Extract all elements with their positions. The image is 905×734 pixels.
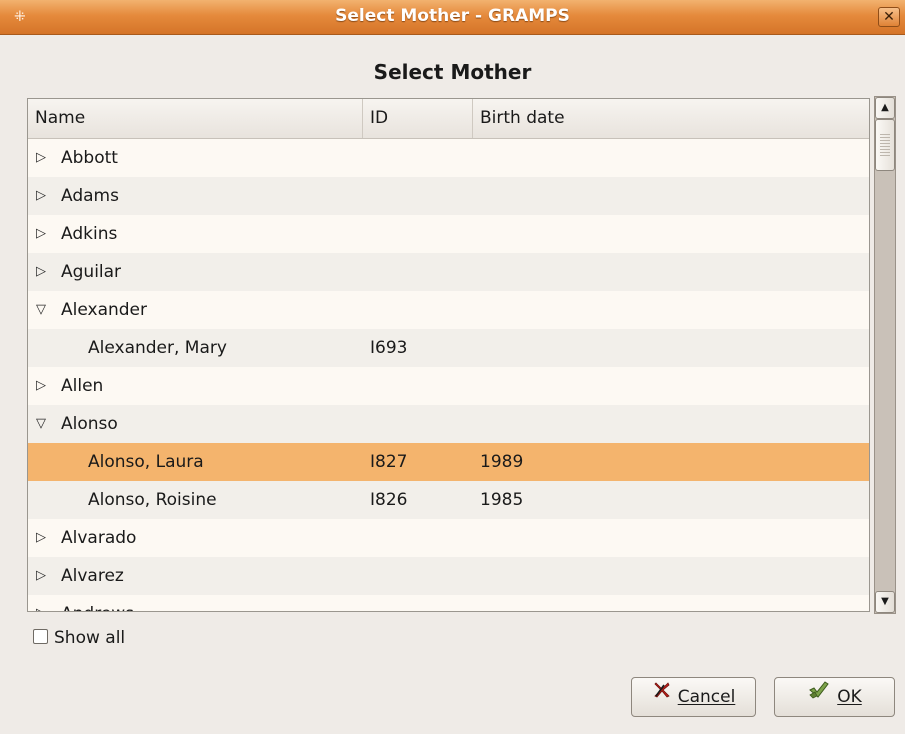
cell-name: Allen [61,376,104,396]
expander-open-icon[interactable]: ▽ [36,291,50,329]
cell-name: Alexander [61,300,148,320]
column-header-row: Name ID Birth date [28,99,869,139]
cell-id: I827 [370,452,408,472]
table-row[interactable]: ▷ Allen [28,367,869,405]
cell-name: Abbott [61,148,118,168]
expander-open-icon[interactable]: ▽ [36,405,50,443]
cell-id: I826 [370,490,408,510]
table-row[interactable]: ▽ Alonso [28,405,869,443]
scroll-up-button[interactable]: ▲ [875,97,895,119]
column-header-birth-date[interactable]: Birth date [473,99,869,138]
show-all-checkbox[interactable] [33,628,48,644]
cell-name: Aguilar [61,262,122,282]
expander-closed-icon[interactable]: ▷ [36,253,50,291]
cell-name: Adkins [61,224,118,244]
list-rows: ▷ Abbott ▷ Adams ▷ Adkins ▷ Aguilar ▽ Alexander Al… [28,139,869,611]
cell-name: Adams [61,186,119,206]
cell-name: Alonso [61,414,118,434]
expander-closed-icon[interactable]: ▷ [36,367,50,405]
vertical-scrollbar[interactable]: ▲ ▼ [874,96,896,614]
table-row[interactable]: ▽ Alexander [28,291,869,329]
column-header-id[interactable]: ID [363,99,473,138]
table-row[interactable]: ▷ Aguilar [28,253,869,291]
cell-name: Alonso, Laura [88,452,204,472]
cell-birth-date: 1985 [480,490,524,510]
show-all-label: Show all [54,628,126,648]
window-title: Select Mother - GRAMPS [335,6,570,26]
table-row[interactable]: ▷ Adkins [28,215,869,253]
show-all-option[interactable]: Show all [33,626,125,650]
table-row[interactable]: Alonso, Roisine I826 1985 [28,481,869,519]
table-row[interactable]: ▷ Abbott [28,139,869,177]
titlebar[interactable]: ⁜ Select Mother - GRAMPS ✕ [0,0,905,35]
scroll-down-button[interactable]: ▼ [875,591,895,613]
scroll-thumb[interactable] [875,119,895,171]
table-row[interactable]: ▷ Alvarez [28,557,869,595]
column-header-name[interactable]: Name [28,99,363,138]
expander-closed-icon[interactable]: ▷ [36,519,50,557]
cell-name: Andrews [61,595,134,611]
dialog-window: ⁜ Select Mother - GRAMPS ✕ Select Mother… [0,0,905,734]
expander-closed-icon[interactable]: ▷ [36,215,50,253]
cell-name: Alvarado [61,528,137,548]
table-row[interactable]: Alexander, Mary I693 [28,329,869,367]
expander-closed-icon[interactable]: ▷ [36,595,50,611]
expander-closed-icon[interactable]: ▷ [36,557,50,595]
expander-closed-icon[interactable]: ▷ [36,177,50,215]
close-icon: ✕ [883,9,895,25]
cancel-label: Cancel [677,687,736,707]
cell-birth-date: 1989 [480,452,524,472]
ok-button[interactable]: OK [774,677,895,717]
table-row[interactable]: ▷ Adams [28,177,869,215]
ok-label: OK [837,687,862,707]
arrow-down-icon: ▼ [881,596,889,607]
dialog-heading: Select Mother [373,60,532,84]
ok-icon [807,676,831,714]
person-list[interactable]: Name ID Birth date ▷ Abbott ▷ Adams ▷ Adkins ▷… [27,98,870,612]
cancel-button[interactable]: Cancel [631,677,756,717]
cell-name: Alexander, Mary [88,338,227,358]
close-button[interactable]: ✕ [878,7,900,27]
expander-closed-icon[interactable]: ▷ [36,139,50,177]
grip-icon [880,134,890,156]
table-row[interactable]: ▷ Alvarado [28,519,869,557]
cancel-icon [652,676,672,714]
cell-name: Alvarez [61,566,124,586]
arrow-up-icon: ▲ [881,102,889,113]
table-row[interactable]: ▷ Andrews [28,595,869,611]
cell-id: I693 [370,338,408,358]
table-row-selected[interactable]: Alonso, Laura I827 1989 [28,443,869,481]
cell-name: Alonso, Roisine [88,490,217,510]
